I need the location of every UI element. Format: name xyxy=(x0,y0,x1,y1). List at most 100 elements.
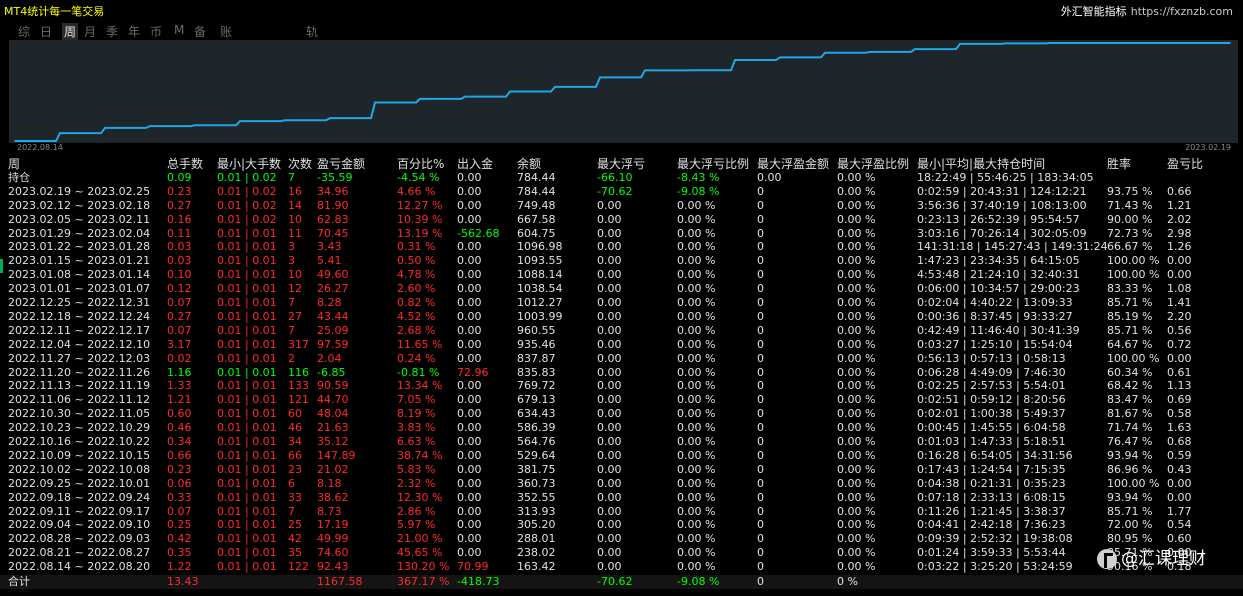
tab-5[interactable]: 年 xyxy=(128,23,140,40)
table-cell: 49.99 xyxy=(317,532,349,546)
table-cell: 2022.09.25 ~ 2022.10.01 xyxy=(8,476,151,490)
column-header: 最小|平均|最大持仓时间 xyxy=(917,157,1046,171)
table-cell: -0.81 % xyxy=(397,365,440,379)
table-cell: 3.83 % xyxy=(397,421,436,435)
table-cell: 0.00 % xyxy=(837,393,876,407)
table-row: 2022.08.28 ~ 2022.09.03 0.42 0.01 | 0.01 42… xyxy=(0,532,1243,546)
table-cell: 0.00 xyxy=(457,407,482,421)
table-cell: 0 xyxy=(757,212,764,226)
balance-point xyxy=(869,51,871,53)
table-cell: 0.42 xyxy=(167,532,192,546)
balance-point xyxy=(284,119,286,122)
table-cell: 0 xyxy=(757,476,764,490)
table-cell: 72.73 % xyxy=(1107,226,1153,240)
table-cell: 1.22 xyxy=(167,560,192,574)
table-cell: 2022.11.20 ~ 2022.11.26 xyxy=(8,365,151,379)
table-cell: 147.89 xyxy=(317,448,356,462)
tab-6[interactable]: 币 xyxy=(150,23,162,40)
tab-7[interactable]: M xyxy=(174,23,184,37)
tab-8[interactable]: 备 xyxy=(194,23,206,40)
table-cell: 81.90 xyxy=(317,198,349,212)
table-cell: 6.63 % xyxy=(397,435,436,448)
table-cell: 0.00 % xyxy=(837,351,876,365)
table-cell: 3 xyxy=(288,240,295,254)
table-cell: 0.00 xyxy=(597,282,622,296)
table-row: 2022.11.13 ~ 2022.11.19 1.33 0.01 | 0.01 13… xyxy=(0,379,1243,393)
table-cell: 0.43 xyxy=(1167,462,1192,476)
table-row: 2022.10.16 ~ 2022.10.22 0.34 0.01 | 0.01 34… xyxy=(0,435,1243,449)
tab-2[interactable]: 周 xyxy=(62,23,79,40)
table-cell: 3:56:36 | 37:40:19 | 108:13:00 xyxy=(917,198,1087,212)
table-cell: 7.05 % xyxy=(397,393,436,407)
table-cell: 634.43 xyxy=(517,407,556,421)
table-cell: 960.55 xyxy=(517,323,556,337)
table-cell: 122 xyxy=(288,560,309,574)
table-cell: 0 xyxy=(757,337,764,351)
brand-url[interactable]: https://fxznzb.com xyxy=(1131,5,1233,18)
table-cell: 1093.55 xyxy=(517,254,563,268)
table-cell: 0.23 xyxy=(167,184,192,198)
app-title: MT4统计每一笔交易 xyxy=(4,5,105,18)
brand-name[interactable]: 外汇智能指标 xyxy=(1061,5,1127,18)
table-cell: 0.00 xyxy=(597,365,622,379)
table-cell: 352.55 xyxy=(517,490,556,504)
table-cell: 7 xyxy=(288,323,295,337)
tab-3[interactable]: 月 xyxy=(84,23,96,40)
table-cell: 86.96 % xyxy=(1107,462,1153,476)
table-row: 2022.10.09 ~ 2022.10.15 0.66 0.01 | 0.01 66… xyxy=(0,449,1243,463)
table-row: 2022.09.04 ~ 2022.09.10 0.25 0.01 | 0.01 25… xyxy=(0,518,1243,532)
table-cell: 0.00 xyxy=(597,351,622,365)
table-header: 周 总手数 最小|大手数 次数 盈亏金额 百分比% 出入金 余额 最大浮亏 最大浮亏比例 最大浮盈金… xyxy=(0,157,1243,171)
table-cell: 0:01:03 | 1:47:33 | 5:18:51 xyxy=(917,435,1066,448)
table-cell: 0.00 % xyxy=(837,490,876,504)
tab-0[interactable]: 综 xyxy=(18,23,30,40)
column-header: 总手数 xyxy=(167,157,204,171)
table-cell: 2022.09.04 ~ 2022.09.10 xyxy=(8,518,151,532)
table-cell: 2 xyxy=(288,351,295,365)
table-cell: 2.02 xyxy=(1167,212,1192,226)
total-maxfloat: -70.62 xyxy=(597,575,633,588)
tab-1[interactable]: 日 xyxy=(40,23,52,40)
table-cell: 1.77 xyxy=(1167,504,1192,518)
balance-point xyxy=(554,86,556,88)
brand-link[interactable]: 外汇智能指标 https://fxznzb.com xyxy=(1061,3,1233,19)
holding-cell: 0.00 % xyxy=(837,170,876,184)
table-cell: 0.00 % xyxy=(677,365,716,379)
table-cell: 0.00 xyxy=(597,379,622,393)
table-cell: 38.62 xyxy=(317,490,349,504)
table-row: 2023.02.19 ~ 2023.02.25 0.23 0.01 | 0.02 16… xyxy=(0,185,1243,199)
table-cell: 93.94 % xyxy=(1107,490,1153,504)
table-cell: 0.00 xyxy=(597,393,622,407)
column-header: 最大浮亏比例 xyxy=(677,157,750,171)
table-cell: 2.86 % xyxy=(397,504,436,518)
table-cell: 3:03:16 | 70:26:14 | 302:05:09 xyxy=(917,226,1087,240)
table-cell: 0.00 xyxy=(597,309,622,323)
holding-cell: -4.54 % xyxy=(397,170,440,184)
table-cell: 0.00 xyxy=(597,560,622,574)
table-cell: 0 xyxy=(757,365,764,379)
table-cell: -9.08 % xyxy=(677,184,720,198)
table-cell: 2.32 % xyxy=(397,476,436,490)
table-cell: 10 xyxy=(288,212,302,226)
table-cell: 0 xyxy=(757,532,764,546)
table-cell: 0.01 | 0.01 xyxy=(217,254,277,268)
table-cell: 44.70 xyxy=(317,393,349,407)
table-cell: 64.67 % xyxy=(1107,337,1153,351)
table-row: 2023.01.08 ~ 2023.01.14 0.10 0.01 | 0.01 10… xyxy=(0,268,1243,282)
column-header: 次数 xyxy=(288,157,313,171)
balance-line xyxy=(15,42,1230,142)
table-cell: 7 xyxy=(288,504,295,518)
table-cell: 0.07 xyxy=(167,323,192,337)
table-cell: 0.82 % xyxy=(397,296,436,309)
table-cell: 10 xyxy=(288,268,302,282)
table-cell: 0 xyxy=(757,560,764,574)
table-cell: 2.68 % xyxy=(397,323,436,337)
total-maxprofitpct: 0 % xyxy=(837,575,858,588)
table-cell: 0.00 % xyxy=(677,560,716,574)
table-cell: 0.00 xyxy=(1167,490,1192,504)
table-cell: 2022.10.30 ~ 2022.11.05 xyxy=(8,407,151,421)
table-cell: 0.02 xyxy=(167,351,192,365)
tab-4[interactable]: 季 xyxy=(106,23,118,40)
table-cell: 0.00 % xyxy=(837,198,876,212)
table-cell: 0 xyxy=(757,518,764,532)
